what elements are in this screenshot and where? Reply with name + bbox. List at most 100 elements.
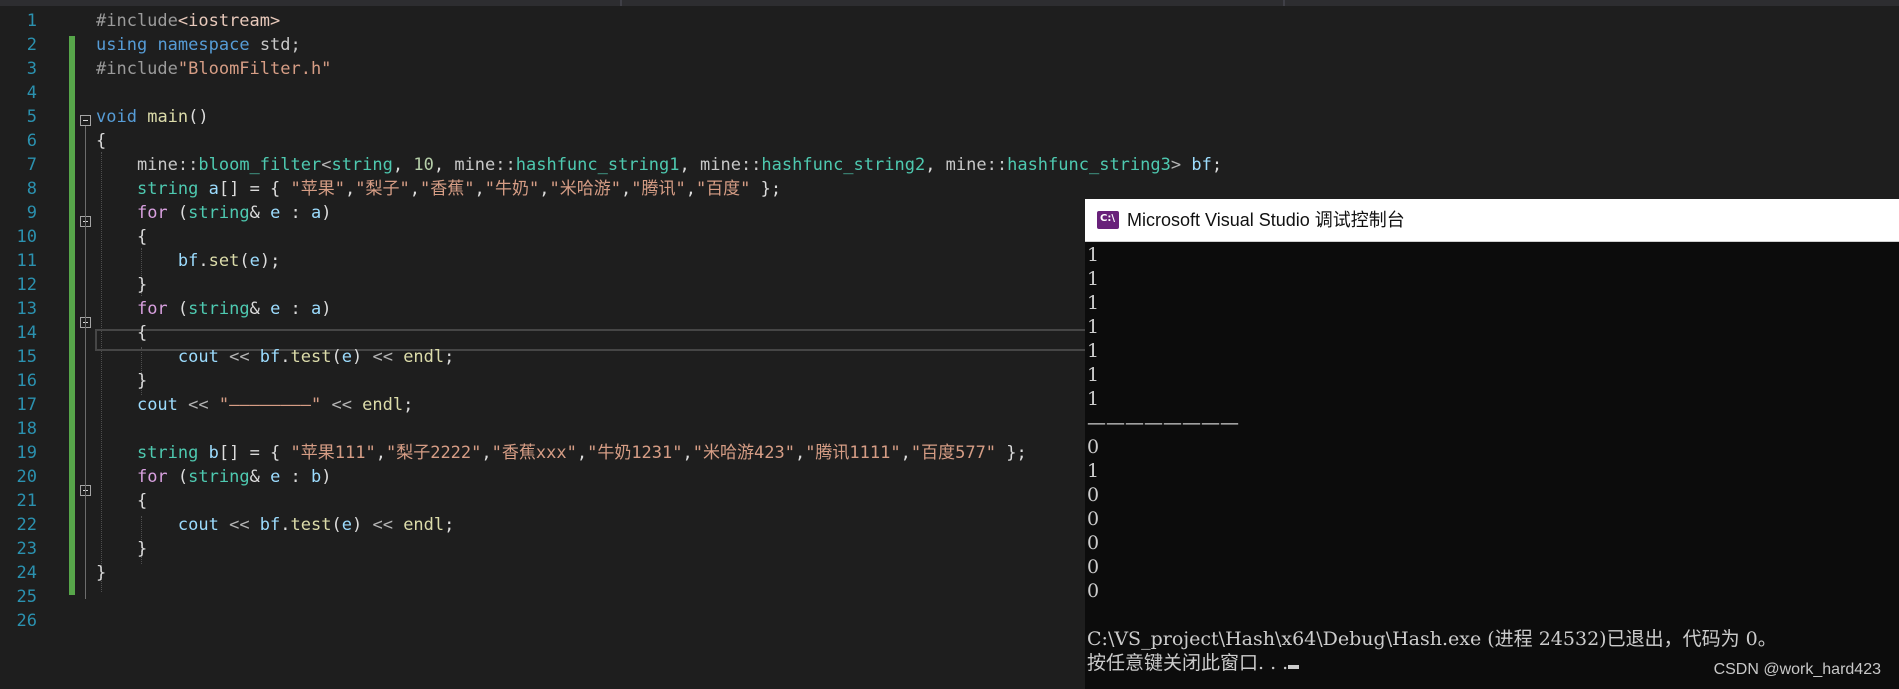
function-name: endl <box>403 347 445 367</box>
type-name: string <box>188 467 250 487</box>
code-text: cout << bf.test(e) << endl; <box>96 345 455 369</box>
variable-name: e <box>341 515 352 535</box>
punctuation: ( <box>167 467 189 487</box>
code-text: { <box>96 489 147 513</box>
console-output-line: 1 <box>1087 340 1100 362</box>
text-cursor <box>1288 665 1300 669</box>
operator: << <box>177 395 219 415</box>
punctuation: ); <box>259 251 281 271</box>
line-number: 5 <box>26 107 37 127</box>
line-number: 8 <box>26 179 37 199</box>
watermark: CSDN @work_hard423 <box>1713 661 1881 678</box>
punctuation: & <box>249 467 271 487</box>
keyword-for: for <box>136 299 168 319</box>
punctuation: , <box>433 155 455 175</box>
namespace-qualifier: mine:: <box>700 155 762 175</box>
tab-separator <box>1283 0 1285 6</box>
line-number: 4 <box>26 83 37 103</box>
string-literal: "苹果111" <box>290 443 376 463</box>
string-literal: "————————" <box>218 395 322 415</box>
console-output-line: 0 <box>1087 484 1100 506</box>
line-number: 15 <box>16 347 37 367</box>
punctuation: ( <box>331 347 342 367</box>
namespace-qualifier: mine:: <box>945 155 1008 175</box>
console-titlebar[interactable]: C:\ Microsoft Visual Studio 调试控制台 <box>1085 199 1899 242</box>
code-text: for (string& e : b) <box>96 465 332 489</box>
punctuation: ( <box>167 299 189 319</box>
variable-name: e <box>270 203 281 223</box>
string-literal: "腾讯" <box>631 179 686 199</box>
console-output-line: 1 <box>1087 388 1100 410</box>
variable-name: e <box>341 347 352 367</box>
keyword-for: for <box>136 203 168 223</box>
console-output-line: 1 <box>1087 292 1100 314</box>
number-literal: 10 <box>413 155 434 175</box>
variable-name: e <box>270 467 281 487</box>
code-text: for (string& e : a) <box>96 201 332 225</box>
line-number: 3 <box>26 59 37 79</box>
variable-name: bf <box>259 515 281 535</box>
variable-name: a <box>311 299 322 319</box>
line-number: 1 <box>26 11 37 31</box>
console-output-line: 1 <box>1087 316 1100 338</box>
variable-name: e <box>270 299 281 319</box>
punctuation: [] = { <box>218 179 291 199</box>
punctuation: ) <box>321 467 332 487</box>
keyword-void: void <box>96 107 137 127</box>
console-output-line: 0 <box>1087 508 1100 530</box>
operator: << <box>218 515 260 535</box>
function-name: endl <box>362 395 404 415</box>
code-text: void main() <box>96 105 209 129</box>
string-literal: "香蕉xxx" <box>491 443 577 463</box>
punctuation: ) <box>351 347 363 367</box>
punctuation: & <box>249 299 271 319</box>
console-output-line: 0 <box>1087 532 1100 554</box>
string-literal: "牛奶" <box>484 179 540 199</box>
variable-name: bf <box>1191 155 1212 175</box>
keyword-for: for <box>136 467 168 487</box>
line-number: 20 <box>16 467 37 487</box>
tab-strip <box>0 0 1899 6</box>
include-target: <iostream> <box>177 11 281 31</box>
namespace-qualifier: mine:: <box>454 155 516 175</box>
line-number: 25 <box>16 587 37 607</box>
console-output-line: 0 <box>1087 556 1100 578</box>
punctuation: }; <box>996 443 1027 463</box>
type-name: string <box>331 155 393 175</box>
brace: } <box>136 371 148 391</box>
code-text: #include<iostream> <box>96 9 280 33</box>
console-app-icon: C:\ <box>1097 211 1119 229</box>
console-icon-glyph: C:\ <box>1100 213 1115 224</box>
punctuation: ( <box>167 203 189 223</box>
brace: } <box>136 275 148 295</box>
console-output-line: 0 <box>1087 580 1100 602</box>
type-name: string <box>136 179 199 199</box>
function-name: test <box>290 347 332 367</box>
string-literal: "百度577" <box>910 443 997 463</box>
string-literal: "米哈游423" <box>692 443 795 463</box>
code-line: 8 string a[] = { "苹果","梨子","香蕉","牛奶","米哈… <box>0 177 1899 201</box>
code-text: using namespace std; <box>96 33 301 57</box>
variable-name: b <box>311 467 322 487</box>
code-line: 2 using namespace std; <box>0 33 1899 57</box>
type-name: string <box>136 443 199 463</box>
debug-console-window[interactable]: C:\ Microsoft Visual Studio 调试控制台 1 1 1 … <box>1085 199 1899 689</box>
namespace-name: std; <box>259 35 301 55</box>
brace: { <box>136 323 148 343</box>
code-line: 7 mine::bloom_filter<string, 10, mine::h… <box>0 153 1899 177</box>
code-text: string b[] = { "苹果111","梨子2222","香蕉xxx",… <box>136 443 1027 463</box>
code-text: cout << "————————" << endl; <box>96 393 413 417</box>
include-target: "BloomFilter.h" <box>177 59 332 79</box>
string-literal: "梨子" <box>355 179 410 199</box>
line-number: 23 <box>16 539 37 559</box>
brace: } <box>96 563 107 583</box>
keyword-namespace: namespace <box>157 35 250 55</box>
punctuation: ; <box>403 395 414 415</box>
console-output-line: 1 <box>1087 364 1100 386</box>
string-literal: "梨子2222" <box>385 443 482 463</box>
variable-name: cout <box>177 347 219 367</box>
code-text: { <box>96 129 106 153</box>
line-number: 7 <box>26 155 37 175</box>
console-output-line: 1 <box>1087 460 1100 482</box>
punctuation: ( <box>239 251 250 271</box>
